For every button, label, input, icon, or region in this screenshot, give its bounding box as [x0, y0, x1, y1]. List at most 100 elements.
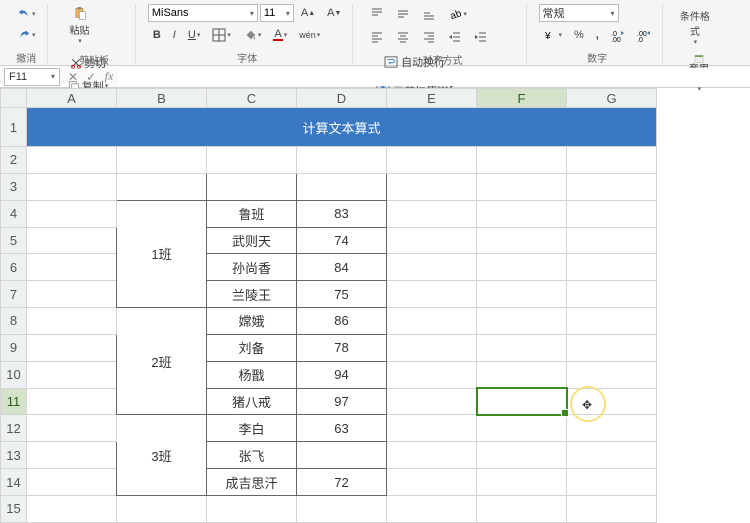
table-cell[interactable]: 张飞 — [207, 442, 297, 469]
row-header[interactable]: 11 — [1, 388, 27, 415]
row-header[interactable]: 2 — [1, 147, 27, 174]
cell[interactable] — [117, 495, 207, 522]
cell[interactable] — [27, 442, 117, 469]
cell[interactable] — [387, 442, 477, 469]
increase-font-button[interactable]: A▲ — [296, 4, 320, 22]
cell[interactable] — [27, 388, 117, 415]
phonetic-button[interactable]: wén▾ — [294, 27, 325, 43]
table-cell[interactable]: 2班 — [117, 308, 207, 415]
cell[interactable] — [27, 361, 117, 388]
font-size-combo[interactable]: ▾ — [260, 4, 294, 22]
row-header[interactable]: 12 — [1, 415, 27, 442]
row-header[interactable]: 7 — [1, 281, 27, 308]
col-header[interactable]: E — [387, 89, 477, 108]
cell[interactable] — [27, 308, 117, 335]
cell[interactable] — [387, 361, 477, 388]
row-header[interactable]: 1 — [1, 108, 27, 147]
cell[interactable] — [387, 415, 477, 442]
table-cell[interactable]: 3班 — [117, 415, 207, 496]
align-left-button[interactable] — [365, 27, 389, 47]
name-box[interactable]: F11▾ — [4, 68, 60, 86]
cell[interactable] — [477, 147, 567, 174]
cell[interactable] — [297, 147, 387, 174]
cell[interactable] — [567, 361, 657, 388]
col-header[interactable]: A — [27, 89, 117, 108]
cell[interactable] — [27, 254, 117, 281]
font-name-input[interactable] — [152, 7, 248, 19]
col-header[interactable]: G — [567, 89, 657, 108]
table-cell[interactable]: 刘备 — [207, 334, 297, 361]
cell[interactable] — [27, 469, 117, 496]
table-cell[interactable]: 94 — [297, 361, 387, 388]
cell[interactable] — [387, 254, 477, 281]
increase-indent-button[interactable] — [469, 27, 493, 47]
table-cell[interactable]: 86 — [297, 308, 387, 335]
cell[interactable] — [27, 495, 117, 522]
row-header[interactable]: 10 — [1, 361, 27, 388]
font-size-input[interactable] — [264, 7, 284, 19]
cell[interactable] — [567, 281, 657, 308]
table-cell[interactable]: 78 — [297, 334, 387, 361]
table-header[interactable]: 班级 — [117, 173, 207, 200]
cell[interactable] — [207, 147, 297, 174]
cell[interactable] — [567, 495, 657, 522]
table-cell[interactable]: 83 — [297, 200, 387, 227]
cell[interactable] — [567, 173, 657, 200]
row-header[interactable]: 4 — [1, 200, 27, 227]
insert-function-button[interactable]: fx — [100, 69, 118, 84]
table-cell[interactable]: 杨戬 — [207, 361, 297, 388]
cancel-formula-button[interactable]: ✕ — [64, 70, 82, 84]
undo-button[interactable]: ▾ — [12, 4, 41, 24]
cell[interactable] — [477, 334, 567, 361]
cell[interactable] — [27, 227, 117, 254]
table-cell[interactable]: 兰陵王 — [207, 281, 297, 308]
row-header[interactable]: 9 — [1, 334, 27, 361]
decrease-indent-button[interactable] — [443, 27, 467, 47]
border-button[interactable]: ▾ — [207, 25, 236, 45]
grid[interactable]: A B C D E F G 1 计算文本算式 2 3 班级 姓名 考核得分 4 … — [0, 88, 657, 523]
enter-formula-button[interactable]: ✓ — [82, 70, 100, 84]
table-cell[interactable]: 鲁班 — [207, 200, 297, 227]
table-cell[interactable]: 72 — [297, 469, 387, 496]
table-cell[interactable]: 成吉思汗 — [207, 469, 297, 496]
table-cell[interactable]: 75 — [297, 281, 387, 308]
increase-decimal-button[interactable]: .0.00 — [606, 25, 630, 45]
percent-button[interactable]: % — [569, 26, 589, 44]
orientation-button[interactable]: ab▾ — [443, 4, 472, 24]
row-header[interactable]: 8 — [1, 308, 27, 335]
paste-button[interactable]: 粘贴 ▾ — [60, 4, 100, 48]
cell[interactable] — [477, 281, 567, 308]
cell[interactable] — [27, 147, 117, 174]
table-cell[interactable]: 1班 — [117, 200, 207, 307]
title-cell[interactable]: 计算文本算式 — [27, 108, 657, 147]
cell[interactable] — [477, 254, 567, 281]
col-header[interactable]: D — [297, 89, 387, 108]
row-header[interactable]: 13 — [1, 442, 27, 469]
cell[interactable] — [567, 334, 657, 361]
cell[interactable] — [567, 254, 657, 281]
comma-button[interactable]: , — [591, 26, 604, 44]
cell[interactable] — [477, 469, 567, 496]
col-header[interactable]: F — [477, 89, 567, 108]
align-center-button[interactable] — [391, 27, 415, 47]
align-bottom-button[interactable] — [417, 4, 441, 24]
cell[interactable] — [477, 495, 567, 522]
row-header[interactable]: 14 — [1, 469, 27, 496]
align-right-button[interactable] — [417, 27, 441, 47]
fill-color-button[interactable]: ▾ — [238, 25, 267, 45]
font-name-combo[interactable]: ▾ — [148, 4, 258, 22]
selected-cell[interactable] — [477, 388, 567, 415]
table-cell[interactable]: 84 — [297, 254, 387, 281]
table-cell[interactable]: 97 — [297, 388, 387, 415]
col-header[interactable]: C — [207, 89, 297, 108]
align-middle-button[interactable] — [391, 4, 415, 24]
bold-button[interactable]: B — [148, 26, 166, 44]
font-color-button[interactable]: A▾ — [268, 26, 292, 44]
table-cell[interactable]: 63 — [297, 415, 387, 442]
cell[interactable] — [567, 388, 657, 415]
cell[interactable] — [387, 388, 477, 415]
decrease-decimal-button[interactable]: .00.0 — [632, 25, 656, 45]
cell[interactable] — [477, 442, 567, 469]
table-cell[interactable]: 孙尚香 — [207, 254, 297, 281]
cell[interactable] — [387, 495, 477, 522]
